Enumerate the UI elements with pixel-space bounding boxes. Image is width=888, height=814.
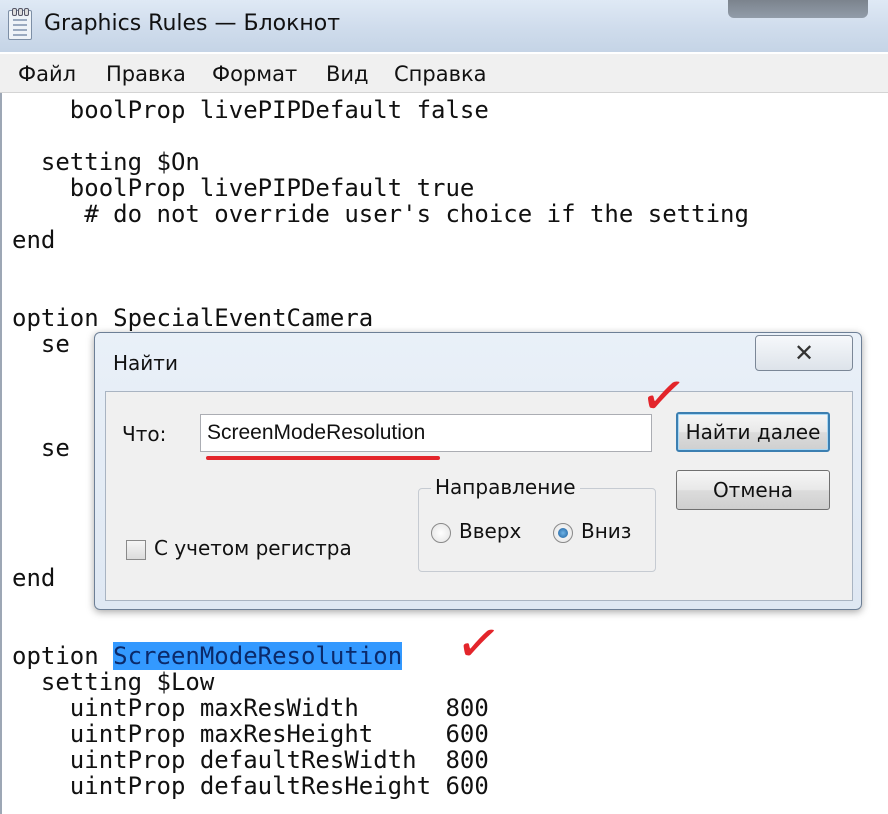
menu-help[interactable]: Справка — [394, 62, 487, 86]
notepad-icon[interactable] — [8, 8, 32, 40]
close-icon: ✕ — [793, 339, 815, 367]
code-line: setting $On — [12, 148, 200, 176]
selected-text[interactable]: ScreenModeResolution — [113, 642, 403, 670]
annotation-underline — [206, 456, 440, 460]
find-dialog: Найти ✕ Что: ScreenModeResolution Найти … — [94, 332, 862, 610]
code-line: se — [12, 434, 70, 462]
checkmark-icon: ✓ — [451, 609, 506, 678]
code-line: end — [12, 226, 56, 254]
menu-edit[interactable]: Правка — [106, 62, 186, 86]
title-bar: Graphics Rules — Блокнот — [0, 0, 888, 52]
radio-down[interactable] — [553, 523, 573, 543]
dialog-title: Найти — [113, 351, 178, 375]
menu-file[interactable]: Файл — [18, 62, 76, 86]
find-next-button[interactable]: Найти далее — [676, 412, 830, 452]
close-button[interactable]: ✕ — [755, 335, 853, 371]
window-title: Graphics Rules — Блокнот — [44, 11, 341, 36]
checkmark-icon: ✓ — [635, 361, 692, 432]
code-line: uintProp maxResHeight 600 — [12, 720, 489, 748]
search-input[interactable]: ScreenModeResolution — [200, 414, 652, 452]
code-line: boolProp livePIPDefault false — [12, 96, 489, 124]
code-line: uintProp defaultResHeight 600 — [12, 772, 489, 800]
code-line: option SpecialEventCamera — [12, 304, 374, 332]
code-text: option — [12, 642, 114, 670]
code-line: # do not override user's choice if the s… — [12, 200, 749, 228]
menu-bar: Файл Правка Формат Вид Справка — [0, 54, 888, 93]
cancel-button[interactable]: Отмена — [676, 470, 830, 510]
code-line: setting $Low — [12, 668, 215, 696]
find-what-label: Что: — [122, 422, 167, 446]
direction-group: Направление Вверх Вниз — [418, 475, 656, 572]
radio-up[interactable] — [431, 523, 451, 543]
code-line: boolProp livePIPDefault true — [12, 174, 475, 202]
code-line: se — [12, 330, 70, 358]
code-line: uintProp defaultResWidth 800 — [12, 746, 489, 774]
code-line: uintProp maxResWidth 800 — [12, 694, 489, 722]
code-line-selected: option ScreenModeResolution — [12, 642, 403, 670]
menu-format[interactable]: Формат — [212, 62, 297, 86]
direction-title: Направление — [431, 475, 580, 499]
match-case-label[interactable]: С учетом регистра — [154, 536, 352, 560]
radio-down-label[interactable]: Вниз — [581, 519, 631, 543]
radio-up-label[interactable]: Вверх — [459, 519, 521, 543]
window-controls[interactable] — [728, 0, 868, 18]
dialog-body: Что: ScreenModeResolution Найти далее От… — [105, 391, 853, 601]
menu-view[interactable]: Вид — [326, 62, 369, 86]
match-case-checkbox[interactable] — [126, 540, 146, 560]
code-line: end — [12, 564, 56, 592]
